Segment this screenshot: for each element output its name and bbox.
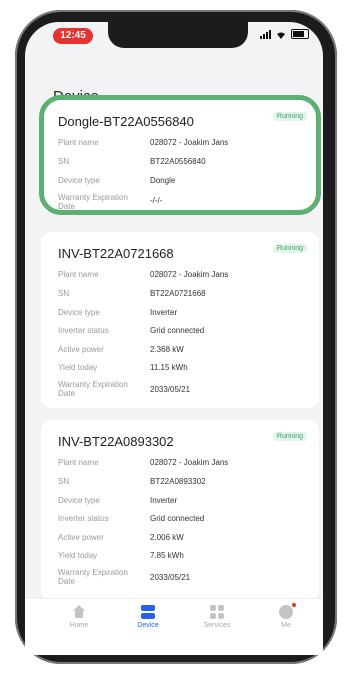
row-value: 028072 - Joakim Jans — [150, 458, 229, 467]
tab-label: Me — [281, 622, 291, 629]
row-label: SN — [58, 289, 70, 298]
status-time: 12:45 — [53, 28, 93, 44]
row-value: 2.006 kW — [150, 533, 184, 542]
device-card[interactable]: INV-BT22A0721668 Running Plant name 02807… — [41, 232, 319, 408]
home-icon — [72, 605, 86, 619]
device-card-title: INV-BT22A0721668 — [58, 246, 174, 261]
row-label: Warranty Expiration Date — [58, 380, 128, 398]
profile-icon — [279, 603, 296, 619]
tab-me[interactable]: Me — [256, 603, 316, 629]
tab-services[interactable]: Services — [187, 605, 247, 629]
row-label: SN — [58, 477, 70, 486]
row-value: 11.15 kWh — [150, 363, 188, 372]
notification-dot — [292, 603, 296, 607]
row-value: BT22A0721668 — [150, 289, 206, 298]
row-value: Inverter — [150, 496, 178, 505]
row-label: Active power — [58, 345, 104, 354]
highlight-outline — [39, 95, 321, 215]
tab-label: Device — [137, 622, 159, 629]
battery-icon — [291, 29, 309, 39]
row-value: Grid connected — [150, 514, 205, 523]
notch — [108, 22, 248, 48]
row-label: Device type — [58, 496, 100, 505]
status-badge: Running — [272, 244, 307, 253]
row-label: Plant name — [58, 458, 99, 467]
row-label: Yield today — [58, 551, 98, 560]
signal-icon — [260, 29, 271, 39]
status-badge: Running — [272, 432, 307, 441]
device-card[interactable]: INV-BT22A0893302 Running Plant name 02807… — [41, 420, 319, 600]
row-value: BT22A0893302 — [150, 477, 206, 486]
tab-device[interactable]: Device — [118, 605, 178, 629]
services-icon — [210, 605, 224, 619]
row-label: Active power — [58, 533, 104, 542]
row-label: Inverter status — [58, 514, 109, 523]
row-value: 2033/05/21 — [150, 385, 191, 394]
wifi-icon — [277, 31, 285, 39]
row-label: Yield today — [58, 363, 98, 372]
row-value: 2033/05/21 — [150, 573, 191, 582]
row-value: Inverter — [150, 308, 178, 317]
row-label: Inverter status — [58, 326, 109, 335]
tab-label: Services — [203, 622, 231, 629]
row-label: Plant name — [58, 270, 99, 279]
row-value: 028072 - Joakim Jans — [150, 270, 229, 279]
tab-label: Home — [69, 622, 89, 629]
status-icons — [260, 29, 309, 39]
device-icon — [141, 605, 155, 619]
row-label: Device type — [58, 308, 100, 317]
row-label: Warranty Expiration Date — [58, 568, 128, 586]
bottom-tab-bar: Home Device Services Me — [25, 598, 323, 655]
tab-home[interactable]: Home — [49, 605, 109, 629]
row-value: 2.368 kW — [150, 345, 184, 354]
row-value: Grid connected — [150, 326, 205, 335]
row-value: 7.85 kWh — [150, 551, 184, 560]
device-card-title: INV-BT22A0893302 — [58, 434, 174, 449]
